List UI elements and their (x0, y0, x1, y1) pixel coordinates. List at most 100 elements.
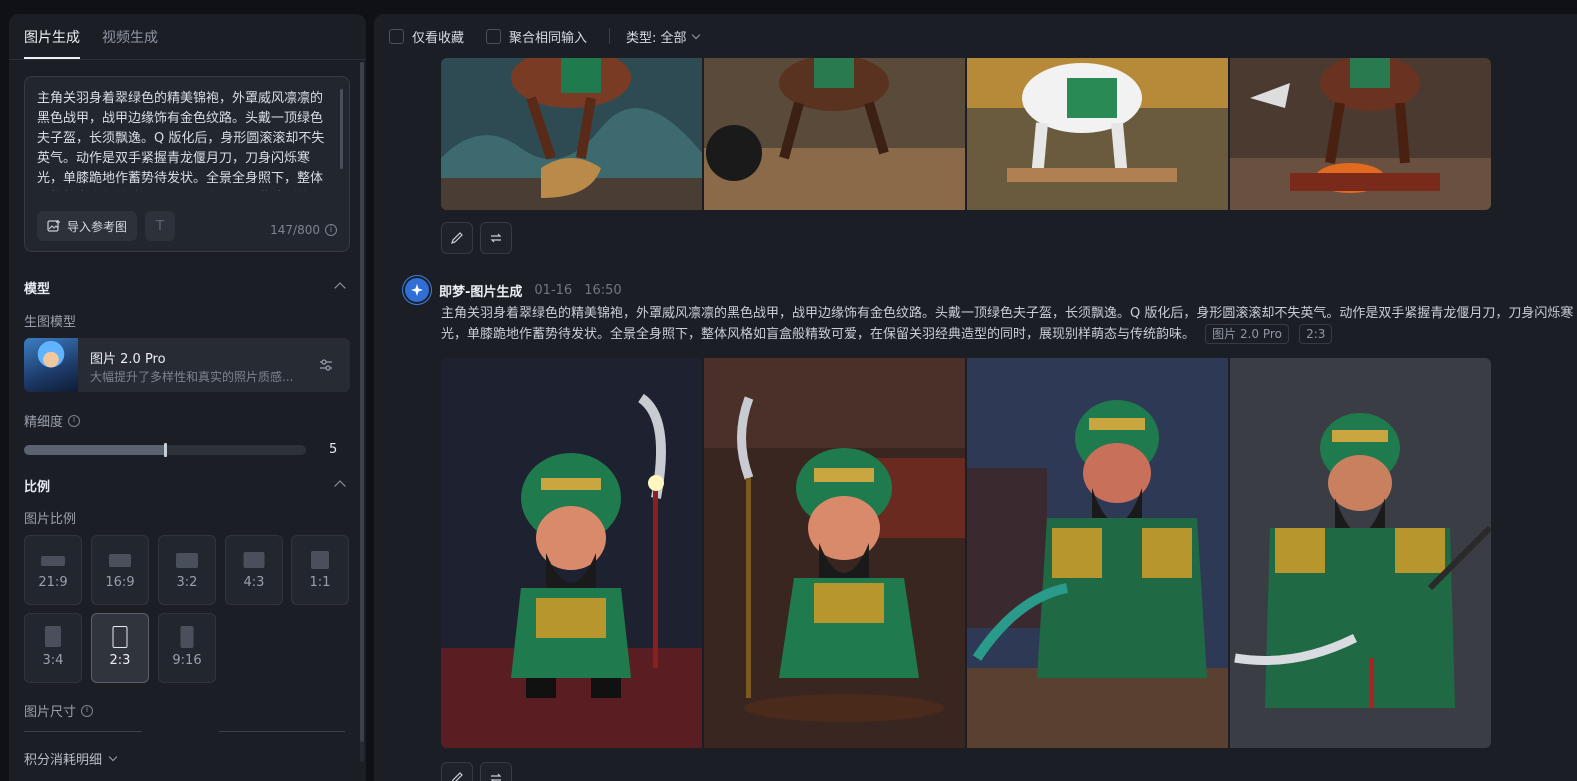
merge-same-input-checkbox[interactable]: 聚合相同输入 (486, 27, 587, 46)
model-chip: 图片 2.0 Pro (1205, 324, 1289, 344)
model-section-title: 模型 (24, 282, 51, 297)
previous-result-images (441, 58, 1491, 210)
tab-video-generation[interactable]: 视频生成 (102, 27, 158, 59)
ratio-option-3-4[interactable]: 3:4 (24, 613, 82, 683)
ratio-label: 3:4 (42, 653, 64, 668)
mode-tabs: 图片生成 视频生成 (9, 14, 366, 60)
checkbox-box[interactable] (389, 28, 404, 44)
ratio-option-9-16[interactable]: 9:16 (158, 613, 216, 683)
chevron-down-icon (108, 752, 118, 762)
collapse-ratio-chevron-icon[interactable] (334, 480, 346, 492)
precision-slider[interactable] (24, 443, 306, 457)
panel-scrollbar[interactable] (360, 62, 364, 742)
favorites-only-label: 仅看收藏 (412, 30, 465, 46)
generation-time: 16:50 (584, 282, 622, 298)
ratio-label: 1:1 (309, 575, 331, 590)
collapse-model-chevron-icon[interactable] (334, 282, 346, 294)
precision-label-group: 精细度 i (24, 411, 81, 430)
regenerate-icon (489, 771, 503, 781)
checkbox-box[interactable] (486, 28, 502, 44)
size-height-field[interactable] (219, 731, 345, 732)
regenerate-icon (489, 231, 503, 245)
model-selector[interactable]: 图片 2.0 Pro 大幅提升了多样性和真实的照片质感... (24, 338, 350, 392)
merge-same-input-label: 聚合相同输入 (509, 30, 588, 46)
ratio-label: 21:9 (38, 575, 68, 590)
toolbar-divider (609, 28, 611, 44)
precision-value: 5 (329, 442, 338, 457)
tab-image-generation[interactable]: 图片生成 (24, 27, 80, 59)
app-root: 图片生成 视频生成 主角关羽身着翠绿色的精美锦袍，外罩威风凛凛的黑色战甲，战甲边… (0, 0, 1577, 781)
char-counter: 147/800 i (270, 223, 337, 237)
ratio-label: 3:2 (176, 575, 198, 590)
cost-details-label: 积分消耗明细 (24, 753, 103, 768)
info-icon[interactable]: i (325, 224, 337, 236)
current-result-images (441, 358, 1491, 748)
regenerate-button[interactable] (480, 762, 512, 781)
prompt-scrollbar[interactable] (340, 89, 343, 169)
generation-prompt: 主角关羽身着翠绿色的精美锦袍，外罩威风凛凛的黑色战甲，战甲边缘饰有金色纹路。头戴… (441, 303, 1577, 345)
results-feed: 仅看收藏 聚合相同输入 类型: 全部 即梦-图片生成 01-16 16:50 主… (374, 14, 1577, 781)
info-icon[interactable]: i (81, 704, 94, 717)
bot-avatar (405, 278, 429, 302)
image-add-icon (47, 219, 61, 233)
prompt-editor[interactable]: 主角关羽身着翠绿色的精美锦袍，外罩威风凛凛的黑色战甲，战甲边缘饰有金色纹路。头戴… (24, 76, 350, 252)
text-format-button[interactable]: T (145, 211, 175, 241)
prompt-textarea[interactable]: 主角关羽身着翠绿色的精美锦袍，外罩威风凛凛的黑色战甲，战甲边缘饰有金色纹路。头戴… (37, 89, 327, 191)
results-toolbar: 仅看收藏 聚合相同输入 类型: 全部 (374, 14, 1577, 58)
result-image[interactable] (967, 358, 1228, 748)
char-counter-value: 147/800 (270, 223, 320, 237)
result-image[interactable] (1230, 358, 1491, 748)
precision-slider-handle[interactable] (164, 443, 167, 457)
result-image[interactable] (704, 58, 965, 210)
ratio-shape-icon (243, 552, 265, 568)
precision-label: 精细度 (24, 415, 64, 430)
ratio-option-4-3[interactable]: 4:3 (225, 535, 283, 605)
import-reference-button[interactable]: 导入参考图 (37, 211, 138, 241)
generation-settings-panel: 图片生成 视频生成 主角关羽身着翠绿色的精美锦袍，外罩威风凛凛的黑色战甲，战甲边… (9, 14, 366, 781)
model-name: 图片 2.0 Pro (90, 352, 166, 367)
ratio-option-1-1[interactable]: 1:1 (291, 535, 349, 605)
model-description: 大幅提升了多样性和真实的照片质感... (90, 370, 294, 384)
favorites-only-checkbox[interactable]: 仅看收藏 (389, 27, 464, 46)
size-label: 图片尺寸 (24, 705, 77, 720)
edit-icon (450, 231, 464, 245)
text-icon: T (156, 218, 164, 234)
model-sub-label: 生图模型 (24, 315, 77, 330)
ratio-option-2-3[interactable]: 2:3 (91, 613, 149, 683)
ratio-shape-icon (109, 554, 131, 567)
ratio-shape-icon (180, 626, 194, 648)
result-image[interactable] (704, 358, 965, 748)
ratio-label: 4:3 (243, 575, 265, 590)
ratio-shape-icon (311, 551, 329, 569)
edit-button[interactable] (441, 762, 473, 781)
edit-button[interactable] (441, 222, 473, 254)
size-label-group: 图片尺寸 i (24, 701, 94, 720)
ratio-sub-label: 图片比例 (24, 512, 77, 527)
ratio-shape-icon (176, 553, 198, 568)
result-image[interactable] (441, 358, 702, 748)
ratio-option-16-9[interactable]: 16:9 (91, 535, 149, 605)
ratio-shape-icon (112, 626, 128, 648)
ratio-shape-icon (41, 556, 65, 566)
sliders-icon[interactable] (318, 357, 334, 373)
generation-header: 即梦-图片生成 01-16 16:50 (405, 278, 622, 302)
star-icon (411, 284, 423, 296)
result-image[interactable] (1230, 58, 1491, 210)
type-filter-dropdown[interactable]: 类型: 全部 (626, 27, 700, 46)
info-icon[interactable]: i (68, 414, 81, 427)
result-image[interactable] (441, 58, 702, 210)
ratio-option-3-2[interactable]: 3:2 (158, 535, 216, 605)
ratio-label: 2:3 (109, 653, 131, 668)
model-thumbnail (24, 338, 78, 392)
cost-details-toggle[interactable]: 积分消耗明细 (24, 749, 118, 768)
result-image[interactable] (967, 58, 1228, 210)
size-width-field[interactable] (24, 731, 142, 732)
ratio-label: 16:9 (105, 575, 135, 590)
ratio-section-title: 比例 (24, 480, 51, 495)
ratio-chip: 2:3 (1299, 324, 1333, 344)
ratio-shape-icon (45, 626, 61, 647)
type-filter-label: 类型: 全部 (626, 30, 687, 46)
chevron-down-icon (691, 30, 700, 39)
regenerate-button[interactable] (480, 222, 512, 254)
ratio-option-21-9[interactable]: 21:9 (24, 535, 82, 605)
